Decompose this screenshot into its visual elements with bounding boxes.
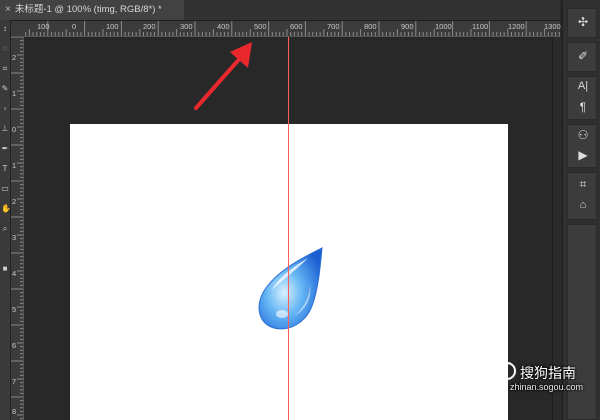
hand-tool-icon[interactable]: ✋	[1, 204, 11, 213]
sogou-logo-icon	[498, 362, 516, 380]
v-ruler-label: 0	[12, 125, 17, 134]
v-ruler-label: 4	[12, 269, 17, 278]
v-ruler-label: 1	[12, 89, 17, 98]
eraser-tool-icon[interactable]: ▫	[1, 104, 9, 113]
h-ruler-label: 200	[143, 22, 156, 31]
h-ruler-label: 300	[180, 22, 193, 31]
tools-panel: ↕ ◌ ⌗ ✎ ▫ ⊥ ✒ T ▭ ✋ ⌕ ■	[0, 20, 11, 420]
v-ruler-label: 6	[12, 341, 17, 350]
dock-group-2: ✐	[567, 42, 597, 72]
type-tool-icon[interactable]: T	[1, 164, 9, 173]
h-ruler-label: 1200	[508, 22, 525, 31]
dock-group-3: A| ¶	[567, 76, 597, 120]
vertical-ruler[interactable]: 2 1 0 1 2 3 4 5 6 7 8	[11, 37, 24, 420]
h-ruler-label: 400	[217, 22, 230, 31]
document-tab[interactable]: × 未标题-1 @ 100% (timg, RGB/8*) *	[0, 0, 184, 20]
stamp-tool-icon[interactable]: ⊥	[1, 124, 9, 133]
pen-tool-icon[interactable]: ✒	[1, 144, 9, 153]
close-tab-icon[interactable]: ×	[5, 4, 11, 15]
ruler-origin-corner[interactable]	[11, 21, 23, 36]
v-ruler-label: 2	[12, 197, 17, 206]
horizontal-ruler[interactable]: 100 0 100 200 300 400 500 600 700 800 90…	[11, 21, 561, 37]
v-ruler-label: 7	[12, 377, 17, 386]
sogou-watermark: 搜狗指南 zhinan.sogou.com	[496, 360, 596, 406]
brush-settings-icon[interactable]: ✐	[568, 49, 598, 63]
dock-group-1: ✣	[567, 8, 597, 38]
shape-tool-icon[interactable]: ▭	[1, 184, 9, 193]
timeline-icon[interactable]: ⌂	[568, 199, 598, 211]
right-panel-dock: ✣ ✐ A| ¶ ⚇ ▶ ⌗ ⌂	[562, 0, 600, 420]
v-ruler-label: 2	[12, 53, 17, 62]
zoom-tool-icon[interactable]: ⌕	[1, 224, 9, 233]
dock-group-5: ⌗ ⌂	[567, 172, 597, 220]
stamp-icon[interactable]: ⚇	[568, 128, 598, 142]
h-ruler-label: 100	[37, 22, 50, 31]
annotation-arrow-icon	[194, 42, 252, 110]
watermark-url: zhinan.sogou.com	[510, 382, 584, 392]
crop-tool-icon[interactable]: ⌗	[1, 64, 9, 73]
v-ruler-label: 8	[12, 407, 17, 416]
vertical-guide-line[interactable]	[288, 37, 289, 420]
v-ruler-label: 3	[12, 233, 17, 242]
document-tab-title: 未标题-1 @ 100% (timg, RGB/8*) *	[14, 4, 162, 15]
brush-tool-icon[interactable]: ✎	[1, 84, 9, 93]
move-tool-icon[interactable]: ↕	[1, 24, 9, 33]
puzzle-icon[interactable]: ✣	[568, 15, 598, 29]
paragraph-icon[interactable]: ¶	[568, 100, 598, 114]
lasso-tool-icon[interactable]: ◌	[1, 44, 9, 53]
document-tab-bar: × 未标题-1 @ 100% (timg, RGB/8*) *	[0, 0, 560, 21]
dock-group-4: ⚇ ▶	[567, 124, 597, 168]
h-ruler-label: 600	[290, 22, 303, 31]
h-ruler-label: 700	[327, 22, 340, 31]
h-ruler-label: 500	[254, 22, 267, 31]
play-icon[interactable]: ▶	[568, 148, 598, 162]
crop-icon[interactable]: ⌗	[568, 177, 598, 192]
water-droplet-image	[258, 247, 323, 330]
h-ruler-label: 1100	[472, 22, 489, 31]
watermark-brand: 搜狗指南	[520, 365, 576, 381]
h-ruler-label: 1000	[435, 22, 452, 31]
document-canvas-area[interactable]	[24, 37, 552, 420]
h-ruler-label: 1300	[544, 22, 561, 31]
v-ruler-label: 5	[12, 305, 17, 314]
h-ruler-label: 900	[401, 22, 414, 31]
document-canvas[interactable]	[70, 124, 508, 420]
h-ruler-label: 800	[364, 22, 377, 31]
h-ruler-label: 0	[72, 22, 77, 31]
foreground-color-icon[interactable]: ■	[1, 264, 9, 273]
v-ruler-label: 1	[12, 161, 17, 170]
character-icon[interactable]: A|	[568, 80, 598, 92]
h-ruler-label: 100	[106, 22, 119, 31]
